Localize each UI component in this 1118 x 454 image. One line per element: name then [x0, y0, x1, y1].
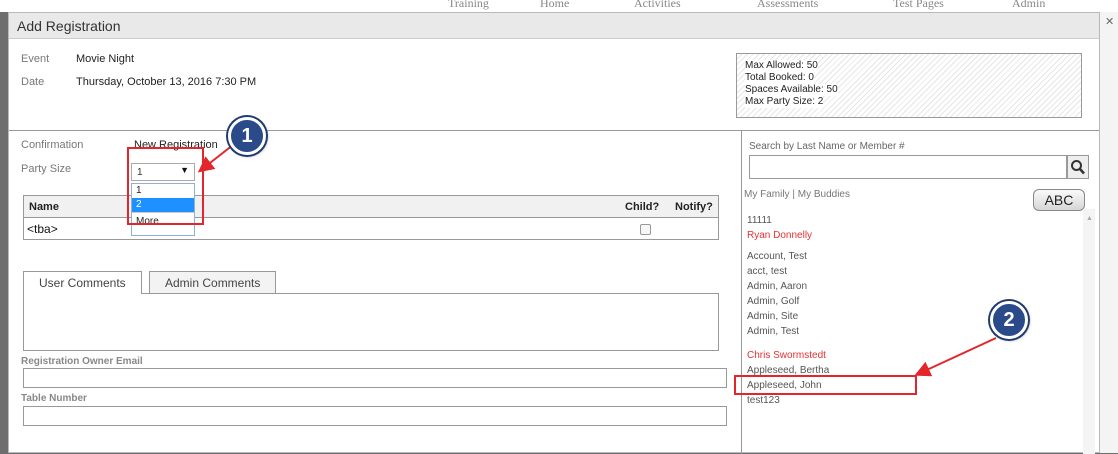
list-item[interactable]: 11111 [747, 215, 772, 226]
my-family-link[interactable]: My Family [744, 189, 790, 200]
close-icon[interactable]: ✕ [1105, 15, 1114, 28]
list-item[interactable]: acct, test [747, 266, 787, 277]
event-label: Event [21, 53, 50, 65]
bg-nav-home: Home [540, 0, 570, 10]
list-item[interactable]: Admin, Test [747, 326, 799, 337]
add-registration-dialog: Add Registration Event Movie Night Date … [8, 12, 1100, 454]
table-number-label: Table Number [21, 393, 87, 404]
col-name: Name [29, 201, 59, 213]
link-separator: | [792, 189, 795, 200]
tab-user-comments[interactable]: User Comments [23, 271, 142, 294]
tab-admin-comments[interactable]: Admin Comments [149, 271, 277, 293]
capacity-info-box: Max Allowed: 50 Total Booked: 0 Spaces A… [736, 53, 1082, 118]
bg-nav-activities: Activities [634, 0, 681, 10]
max-allowed: Max Allowed: 50 [745, 60, 818, 72]
comments-tabs: User Comments Admin Comments [23, 271, 719, 351]
col-notify: Notify? [675, 201, 713, 213]
abc-button[interactable]: ABC [1033, 189, 1085, 211]
background-page: Training Home Activities Assessments Tes… [0, 0, 1118, 12]
divider [9, 130, 1099, 131]
comments-textarea[interactable] [23, 293, 719, 351]
child-checkbox[interactable] [640, 224, 651, 235]
callout-box-2 [734, 375, 917, 395]
list-item[interactable]: test123 [747, 395, 780, 406]
max-party-size: Max Party Size: 2 [745, 96, 824, 108]
col-child: Child? [625, 201, 660, 213]
search-label: Search by Last Name or Member # [749, 141, 905, 152]
date-label: Date [21, 76, 45, 88]
spaces-available: Spaces Available: 50 [745, 84, 838, 96]
member-filter-links: My Family | My Buddies [744, 189, 850, 200]
owner-email-label: Registration Owner Email [21, 356, 143, 367]
my-buddies-link[interactable]: My Buddies [798, 189, 850, 200]
member-list: 11111 Ryan Donnelly Account, Test acct, … [747, 209, 1083, 454]
party-size-label: Party Size [21, 163, 72, 175]
list-item[interactable]: Account, Test [747, 251, 807, 262]
list-item[interactable]: Admin, Golf [747, 296, 799, 307]
scroll-up-icon[interactable]: ▲ [1086, 215, 1093, 222]
callout-box-1 [127, 147, 204, 225]
bg-nav-assessments: Assessments [757, 0, 819, 10]
step-badge-2: 2 [990, 301, 1028, 339]
search-input[interactable] [749, 155, 1067, 179]
table-number-input[interactable] [23, 406, 727, 426]
date-value: Thursday, October 13, 2016 7:30 PM [76, 76, 257, 88]
divider [741, 130, 742, 454]
list-item[interactable]: Admin, Aaron [747, 281, 807, 292]
confirmation-label: Confirmation [21, 139, 84, 151]
event-value: Movie Night [76, 53, 135, 65]
table-row-name: <tba> [27, 222, 58, 236]
bg-nav-admin: Admin [1012, 0, 1046, 10]
dialog-close-area: ✕ [1100, 12, 1118, 453]
list-item[interactable]: Ryan Donnelly [747, 230, 812, 241]
step-badge-1: 1 [228, 117, 266, 155]
search-button[interactable] [1067, 155, 1089, 179]
search-icon [1071, 160, 1085, 175]
member-list-scrollbar[interactable]: ▲ [1083, 209, 1095, 454]
bg-nav-test-pages: Test Pages [893, 0, 944, 10]
list-item[interactable]: Admin, Site [747, 311, 798, 322]
total-booked: Total Booked: 0 [745, 72, 814, 84]
list-item[interactable]: Chris Swormstedt [747, 350, 826, 361]
bg-nav-training: Training [448, 0, 489, 10]
owner-email-input[interactable] [23, 368, 727, 388]
dialog-title: Add Registration [9, 13, 1099, 39]
